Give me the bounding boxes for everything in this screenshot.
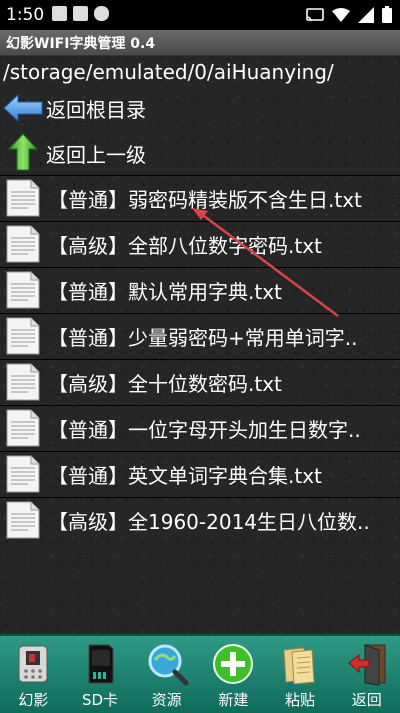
sd-card-icon [88, 644, 114, 684]
image-notification-icon [52, 6, 67, 21]
current-path: /storage/emulated/0/aiHuanying/ [0, 57, 400, 89]
status-bar: 1:50 [0, 0, 400, 30]
paste-icon [283, 647, 315, 685]
text-file-icon [6, 363, 40, 401]
text-file-icon [6, 501, 40, 539]
text-file-icon [6, 409, 40, 447]
notification-icons [52, 6, 109, 21]
back-to-root-button[interactable]: 返回根目录 [0, 86, 400, 130]
file-name: 【普通】默认常用字典.txt [48, 280, 282, 304]
paste-label: 粘贴 [285, 691, 316, 709]
file-name: 【高级】全十位数密码.txt [48, 372, 282, 396]
file-item[interactable]: 【高级】全部八位数字密码.txt [0, 221, 400, 267]
left-arrow-icon [3, 93, 43, 123]
sd-card-button[interactable]: SD卡 [67, 636, 134, 713]
magnifier-globe-icon [148, 644, 189, 686]
system-icons [306, 6, 392, 23]
back-button[interactable]: 返回 [333, 636, 400, 713]
status-time: 1:50 [6, 5, 45, 25]
cast-icon [306, 7, 324, 21]
huanying-label: 幻影 [18, 691, 49, 709]
file-name: 【普通】一位字母开头加生日数字.. [48, 418, 361, 442]
wifi-icon [332, 7, 350, 22]
path-text: /storage/emulated/0/aiHuanying/ [3, 60, 334, 84]
app-title: 幻影WIFI字典管理 0.4 [6, 36, 156, 52]
app-notification-icon [73, 6, 88, 21]
app-title-bar: 幻影WIFI字典管理 0.4 [0, 30, 400, 56]
paste-button[interactable]: 粘贴 [267, 636, 334, 713]
add-icon [213, 644, 254, 684]
file-item[interactable]: 【普通】弱密码精装版不含生日.txt [0, 175, 400, 221]
resources-label: 资源 [151, 691, 182, 709]
back-label: 返回 [351, 691, 382, 709]
file-name: 【高级】全1960-2014生日八位数.. [48, 510, 370, 534]
text-file-icon [6, 225, 40, 263]
new-label: 新建 [218, 691, 249, 709]
new-button[interactable]: 新建 [200, 636, 267, 713]
file-item[interactable]: 【普通】英文单词字典合集.txt [0, 451, 400, 497]
bottom-toolbar: 幻影 SD卡 资源 新建 粘贴 返回 [0, 634, 400, 713]
resources-button[interactable]: 资源 [133, 636, 200, 713]
text-file-icon [6, 179, 40, 217]
file-item[interactable]: 【高级】全十位数密码.txt [0, 359, 400, 405]
file-item[interactable]: 【普通】一位字母开头加生日数字.. [0, 405, 400, 451]
back-up-button[interactable]: 返回上一级 [0, 131, 400, 175]
battery-icon [382, 6, 392, 23]
text-file-icon [6, 271, 40, 309]
phone-icon [18, 645, 48, 683]
huanying-button[interactable]: 幻影 [0, 636, 67, 713]
file-name: 【普通】英文单词字典合集.txt [48, 464, 322, 488]
file-item[interactable]: 【高级】全1960-2014生日八位数.. [0, 497, 400, 543]
signal-icon [358, 6, 374, 23]
file-item[interactable]: 【普通】默认常用字典.txt [0, 267, 400, 313]
exit-door-icon [347, 644, 386, 686]
text-file-icon [6, 455, 40, 493]
back-up-label: 返回上一级 [46, 143, 146, 167]
up-arrow-icon [8, 133, 38, 171]
file-item[interactable]: 【普通】少量弱密码+常用单词字.. [0, 313, 400, 359]
file-name: 【高级】全部八位数字密码.txt [48, 234, 322, 258]
text-file-icon [6, 317, 40, 355]
file-name: 【普通】少量弱密码+常用单词字.. [48, 326, 358, 350]
back-to-root-label: 返回根目录 [46, 98, 146, 122]
shield-notification-icon [94, 6, 109, 21]
sd-card-label: SD卡 [81, 691, 119, 709]
file-name: 【普通】弱密码精装版不含生日.txt [48, 188, 362, 212]
